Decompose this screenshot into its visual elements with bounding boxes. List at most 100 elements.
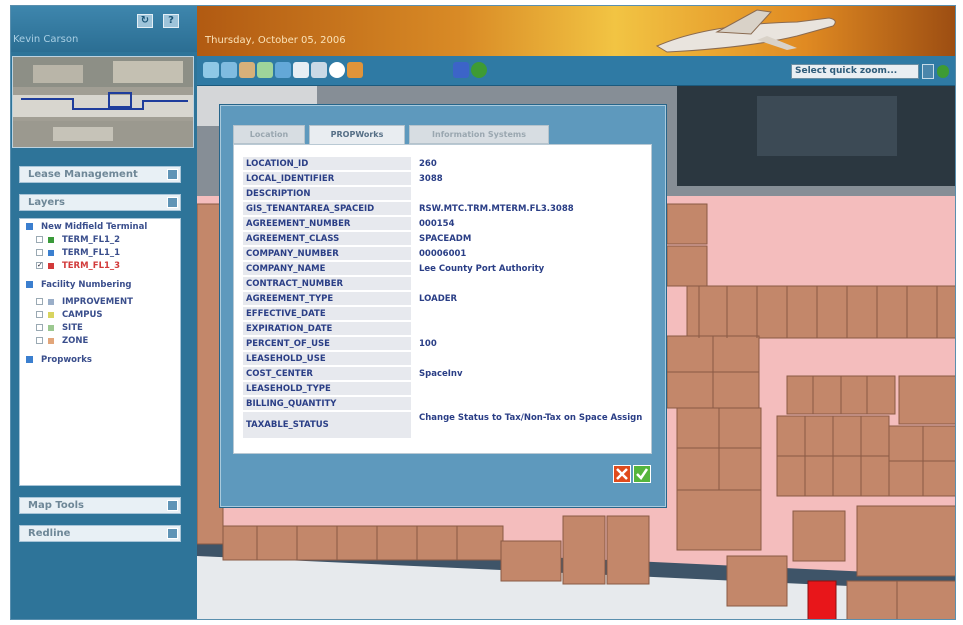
attribute-value: SPACEADM [419,234,472,244]
refresh-button[interactable]: ↻ [137,14,153,28]
attribute-key: LOCAL_IDENTIFIER [243,172,411,186]
layer-checkbox[interactable] [36,311,43,318]
layer-checkbox[interactable] [36,236,43,243]
layer-group-propworks[interactable]: Propworks [26,354,180,367]
help-button[interactable]: ? [163,14,179,28]
help-icon: ? [168,15,174,26]
redline-panel-header[interactable]: Redline [19,525,181,542]
attribute-value: Change Status to Tax/Non-Tax on Space As… [419,413,643,423]
lease-management-panel-header[interactable]: Lease Management [19,166,181,183]
select-icon[interactable] [293,62,309,78]
zoom-in-icon[interactable] [203,62,219,78]
attribute-key: LEASEHOLD_USE [243,352,411,366]
layer-item-label: SITE [61,323,83,333]
map-toolbar: Select quick zoom... [197,56,955,86]
attribute-row: DESCRIPTION [243,187,651,202]
layer-item-term-fl1-3[interactable]: ✓ TERM_FL1_3 [26,260,180,273]
layer-color-icon [47,236,54,243]
current-date: Thursday, October 05, 2006 [205,35,346,46]
pan-icon[interactable] [239,62,255,78]
layer-checkbox-checked[interactable]: ✓ [36,262,43,269]
map-tools-label: Map Tools [28,500,84,511]
layer-item-campus[interactable]: CAMPUS [26,309,180,322]
attribute-key: GIS_TENANTAREA_SPACEID [243,202,411,216]
expand-icon[interactable] [167,500,178,511]
attribute-row: LEASEHOLD_USE [243,352,651,367]
measure-icon[interactable] [257,62,273,78]
go-icon[interactable] [937,65,949,78]
refresh-icon: ↻ [140,15,150,26]
attribute-row: AGREEMENT_CLASS SPACEADM [243,232,651,247]
attribute-row: LOCATION_ID 260 [243,157,651,172]
expand-icon[interactable] [167,169,178,180]
attribute-key: AGREEMENT_TYPE [243,292,411,306]
attribute-row: CONTRACT_NUMBER [243,277,651,292]
expand-icon[interactable] [167,528,178,539]
overview-map-image [13,57,193,147]
cancel-button[interactable] [613,465,631,483]
attribute-row: COST_CENTER SpaceInv [243,367,651,382]
clear-icon[interactable] [311,62,327,78]
attribute-row: LOCAL_IDENTIFIER 3088 [243,172,651,187]
layer-checkbox[interactable] [36,324,43,331]
map-tools-panel-header[interactable]: Map Tools [19,497,181,514]
layer-checkbox[interactable] [36,298,43,305]
user-name: Kevin Carson [13,34,79,45]
layer-checkbox[interactable] [36,249,43,256]
attribute-key: COMPANY_NUMBER [243,247,411,261]
layer-item-term-fl1-2[interactable]: TERM_FL1_2 [26,234,180,247]
attribute-row: AGREEMENT_TYPE LOADER [243,292,651,307]
attribute-key: EFFECTIVE_DATE [243,307,411,321]
layer-checkbox[interactable] [36,337,43,344]
attribute-key: LOCATION_ID [243,157,411,171]
quick-zoom-select[interactable]: Select quick zoom... [791,64,919,79]
selected-space[interactable] [807,580,837,620]
tab-propworks[interactable]: PROPWorks [309,125,405,145]
attribute-value: 000154 [419,219,455,229]
attribute-row: COMPANY_NUMBER 00006001 [243,247,651,262]
collapse-icon[interactable] [167,197,178,208]
attribute-value: 260 [419,159,437,169]
layers-tree: New Midfield Terminal TERM_FL1_2 TERM_FL… [19,218,181,486]
layer-group-label: New Midfield Terminal [40,222,148,232]
attribute-row: EFFECTIVE_DATE [243,307,651,322]
layer-item-label: ZONE [61,336,89,346]
attribute-table: LOCATION_ID 260 LOCAL_IDENTIFIER 3088 DESC… [233,144,652,454]
attribute-value: SpaceInv [419,369,463,379]
tab-information-systems[interactable]: Information Systems [409,125,549,144]
globe-icon[interactable] [471,62,487,78]
redline-label: Redline [28,528,71,539]
layer-color-icon [47,298,54,305]
save-icon[interactable] [453,62,469,78]
layers-panel-header[interactable]: Layers [19,194,181,211]
layer-item-improvement[interactable]: IMPROVEMENT [26,296,180,309]
layer-item-label: TERM_FL1_3 [61,261,121,271]
layer-group-icon [26,223,33,230]
overview-map[interactable] [12,56,194,148]
tab-location[interactable]: Location [233,125,305,144]
attribute-key: COMPANY_NAME [243,262,411,276]
identify-icon[interactable] [275,62,291,78]
attribute-key: BILLING_QUANTITY [243,397,411,411]
attribute-key: TAXABLE_STATUS [243,412,411,439]
layer-item-site[interactable]: SITE [26,322,180,335]
attribute-row: EXPIRATION_DATE [243,322,651,337]
layer-group-facility-numbering[interactable]: Facility Numbering [26,279,180,292]
attribute-value: Lee County Port Authority [419,264,545,274]
layer-item-term-fl1-1[interactable]: TERM_FL1_1 [26,247,180,260]
airplane-banner-icon [655,9,836,53]
ok-button[interactable] [633,465,651,483]
chevron-down-icon[interactable] [922,64,934,79]
print-icon[interactable] [347,62,363,78]
zoom-out-icon[interactable] [221,62,237,78]
attribute-value: 3088 [419,174,443,184]
attribute-row: BILLING_QUANTITY [243,397,651,412]
attribute-key: LEASEHOLD_TYPE [243,382,411,396]
attribute-key: EXPIRATION_DATE [243,322,411,336]
close-icon [616,468,628,480]
layer-group-new-midfield-terminal[interactable]: New Midfield Terminal [26,221,180,234]
layer-color-icon [47,311,54,318]
attribute-value: LOADER [419,294,458,304]
info-icon[interactable] [329,62,345,78]
layer-item-zone[interactable]: ZONE [26,335,180,348]
